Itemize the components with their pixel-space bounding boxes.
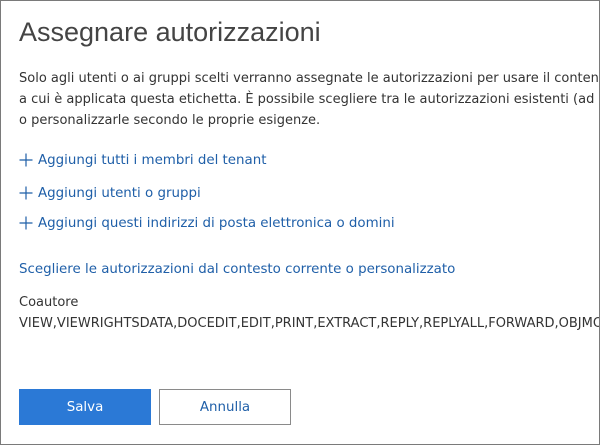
add-all-tenant-members-label: Aggiungi tutti i membri del tenant	[38, 152, 267, 168]
add-email-or-domains-link[interactable]: Aggiungi questi indirizzi di posta elett…	[18, 215, 395, 231]
assign-permissions-panel: Assegnare autorizzazioni Solo agli utent…	[0, 0, 600, 445]
description-line: Solo agli utenti o ai gruppi scelti verr…	[19, 71, 600, 86]
cancel-button[interactable]: Annulla	[159, 389, 291, 425]
add-email-or-domains-label: Aggiungi questi indirizzi di posta elett…	[38, 215, 395, 231]
plus-icon	[18, 185, 34, 201]
description-line: o personalizzarle secondo le proprie esi…	[19, 113, 321, 128]
page-title: Assegnare autorizzazioni	[19, 17, 321, 47]
plus-icon	[18, 215, 34, 231]
add-users-or-groups-label: Aggiungi utenti o gruppi	[38, 185, 201, 201]
add-all-tenant-members-link[interactable]: Aggiungi tutti i membri del tenant	[18, 152, 266, 168]
permission-role: Coautore	[19, 295, 79, 310]
save-button[interactable]: Salva	[19, 389, 151, 425]
description: Solo agli utenti o ai gruppi scelti verr…	[19, 68, 600, 131]
choose-permissions-context-link[interactable]: Scegliere le autorizzazioni dal contesto…	[19, 262, 455, 277]
description-line: a cui è applicata questa etichetta. È po…	[19, 92, 600, 107]
plus-icon	[18, 152, 34, 168]
add-users-or-groups-link[interactable]: Aggiungi utenti o gruppi	[18, 185, 201, 201]
permission-rights-list: VIEW,VIEWRIGHTSDATA,DOCEDIT,EDIT,PRINT,E…	[19, 316, 600, 331]
